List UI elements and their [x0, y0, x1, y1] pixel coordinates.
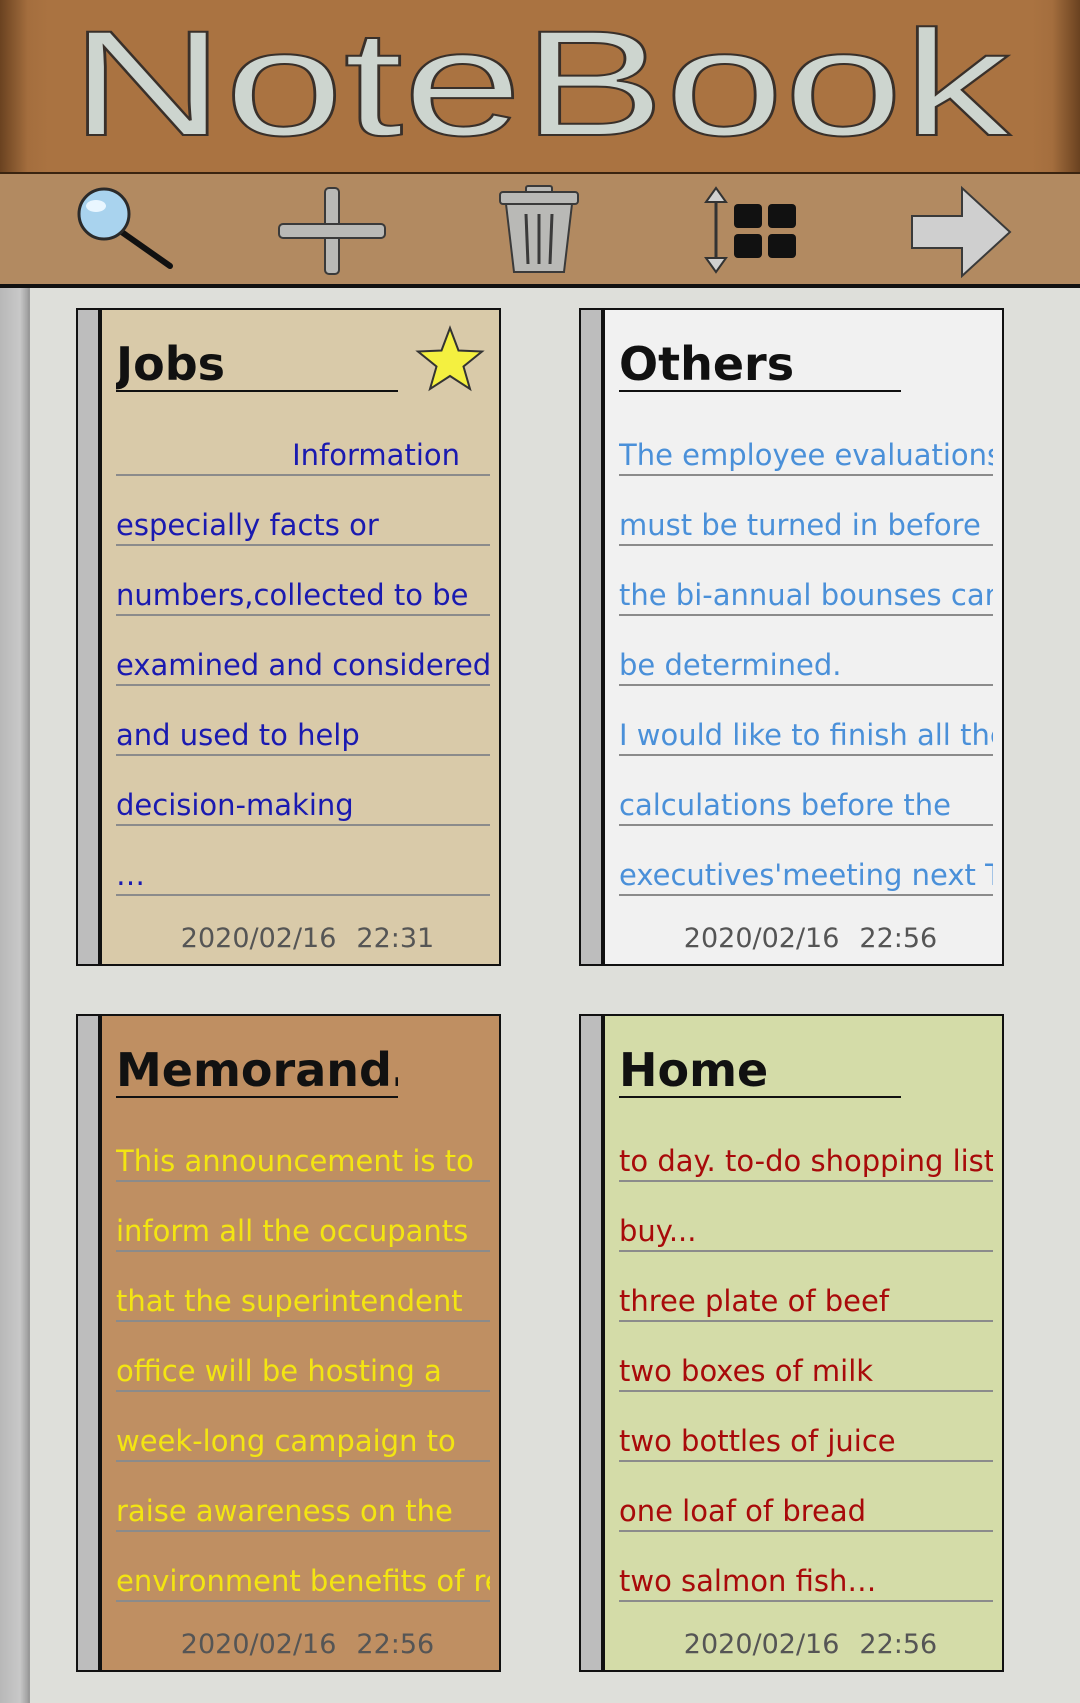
note-date: 2020/02/16: [180, 1629, 337, 1660]
note-line: This announcement is to: [116, 1134, 490, 1182]
note-line: The employee evaluations: [619, 428, 993, 476]
note-line: week-long campaign to: [116, 1392, 490, 1462]
note-line: the bi-annual bounses can: [619, 546, 993, 616]
note-line: two boxes of milk: [619, 1322, 993, 1392]
note-body: The employee evaluations must be turned …: [619, 428, 993, 896]
note-title: Others: [619, 338, 901, 392]
note-line: I would like to finish all the: [619, 686, 993, 756]
note-timestamp: 2020/02/16 22:56: [581, 1629, 1002, 1660]
note-title: Jobs: [116, 338, 398, 392]
note-line: …: [116, 826, 490, 896]
add-note-button[interactable]: [277, 184, 387, 278]
note-line: buy...: [619, 1182, 993, 1252]
note-line: executives'meeting next T…: [619, 826, 993, 896]
note-line: calculations before the: [619, 756, 993, 826]
note-line: examined and considered: [116, 616, 490, 686]
note-line: two bottles of juice: [619, 1392, 993, 1462]
note-line: inform all the occupants: [116, 1182, 490, 1252]
magnifier-icon: [77, 187, 173, 269]
note-line: be determined.: [619, 616, 993, 686]
note-date: 2020/02/16: [683, 923, 840, 954]
toolbar: [0, 174, 1080, 288]
note-line: numbers,collected to be: [116, 546, 490, 616]
delete-button[interactable]: [484, 184, 594, 278]
note-spine: [581, 310, 605, 964]
note-time: 22:56: [859, 923, 938, 954]
note-title: Home: [619, 1044, 901, 1098]
note-time: 22:56: [356, 1629, 435, 1660]
note-line: office will be hosting a: [116, 1322, 490, 1392]
note-body: Information especially facts or numbers,…: [116, 428, 490, 896]
note-line: raise awareness on the: [116, 1462, 490, 1532]
plus-icon: [278, 187, 386, 275]
notes-grid: Jobs Information especially facts or num…: [0, 288, 1080, 1703]
note-time: 22:31: [356, 923, 435, 954]
note-timestamp: 2020/02/16 22:56: [581, 923, 1002, 954]
note-body: to day. to-do shopping list buy... three…: [619, 1134, 993, 1602]
note-spine: [78, 1016, 102, 1670]
note-card-others[interactable]: Others The employee evaluations must be …: [579, 308, 1004, 966]
search-button[interactable]: [66, 184, 176, 278]
note-timestamp: 2020/02/16 22:31: [78, 923, 499, 954]
app-title: NoteBook: [69, 0, 1012, 168]
note-time: 22:56: [859, 1629, 938, 1660]
note-card-jobs[interactable]: Jobs Information especially facts or num…: [76, 308, 501, 966]
note-spine: [78, 310, 102, 964]
note-line: decision-making: [116, 756, 490, 826]
note-line: environment benefits of re…: [116, 1532, 490, 1602]
grid-sort-icon: [704, 186, 796, 274]
note-body: This announcement is to inform all the o…: [116, 1134, 490, 1602]
note-date: 2020/02/16: [683, 1629, 840, 1660]
note-line: three plate of beef: [619, 1252, 993, 1322]
trash-icon: [499, 185, 579, 273]
note-line: one loaf of bread: [619, 1462, 993, 1532]
note-card-home[interactable]: Home to day. to-do shopping list buy... …: [579, 1014, 1004, 1672]
note-line: that the superintendent: [116, 1252, 490, 1322]
svg-text:NoteBook: NoteBook: [70, 0, 1011, 167]
arrow-right-icon: [911, 185, 1012, 279]
note-spine: [581, 1016, 605, 1670]
note-line: and used to help: [116, 686, 490, 756]
note-card-memorandum[interactable]: Memorand… This announcement is to inform…: [76, 1014, 501, 1672]
note-date: 2020/02/16: [180, 923, 337, 954]
next-button[interactable]: [906, 184, 1016, 279]
note-line: to day. to-do shopping list: [619, 1134, 993, 1182]
note-line: especially facts or: [116, 476, 490, 546]
sort-view-button[interactable]: [694, 184, 804, 278]
note-line: two salmon fish…: [619, 1532, 993, 1602]
note-line: must be turned in before: [619, 476, 993, 546]
scroll-strip[interactable]: [0, 288, 30, 1703]
note-line: Information: [116, 428, 490, 476]
note-timestamp: 2020/02/16 22:56: [78, 1629, 499, 1660]
star-icon[interactable]: [415, 324, 485, 394]
note-title: Memorand…: [116, 1044, 398, 1098]
app-header: NoteBook: [0, 0, 1080, 174]
